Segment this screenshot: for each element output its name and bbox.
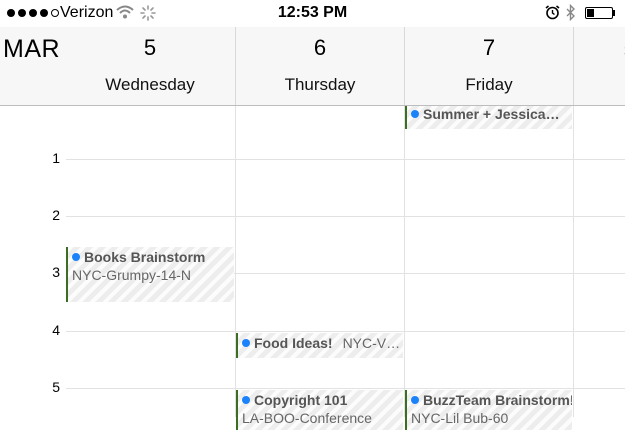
day-header-saturday[interactable]: S — [574, 27, 625, 105]
event-dot-icon — [242, 339, 250, 347]
event-title: BuzzTeam Brainstorm! — [423, 392, 572, 408]
grid-column-line — [235, 106, 236, 417]
battery-nub — [613, 10, 615, 16]
hour-line — [66, 159, 625, 160]
calendar-week-header: MAR 5 Wednesday 6 Thursday 7 Friday S — [0, 27, 625, 106]
day-header-thursday[interactable]: 6 Thursday — [236, 27, 404, 105]
event-location: NYC-Grumpy-14-N — [72, 267, 192, 283]
event-copyright-101[interactable]: Copyright 101 LA-BOO-Conference — [236, 390, 403, 430]
hour-label: 5 — [52, 379, 60, 395]
hour-line — [66, 388, 625, 389]
event-title: Summer + Jessica… — [423, 106, 560, 122]
grid-column-line — [404, 106, 405, 417]
event-title: Food Ideas! — [254, 335, 333, 351]
event-buzzteam-brainstorm[interactable]: BuzzTeam Brainstorm! NYC-Lil Bub-60 — [405, 390, 572, 430]
day-number: 5 — [143, 35, 157, 60]
event-location: NYC-Lil Bub-60 — [411, 410, 509, 426]
hour-label: 3 — [52, 264, 60, 280]
event-dot-icon — [411, 110, 419, 118]
event-title: Books Brainstorm — [84, 249, 206, 265]
calendar-grid[interactable]: 1 2 3 4 5 Summer + Jessica… Books Brains… — [0, 106, 625, 430]
status-time: 12:53 PM — [277, 4, 348, 21]
event-title: Copyright 101 — [254, 392, 348, 408]
alarm-clock-icon — [545, 5, 560, 25]
day-number: 7 — [482, 35, 496, 60]
event-summer-jessica[interactable]: Summer + Jessica… — [405, 106, 572, 129]
day-header-friday[interactable]: 7 Friday — [405, 27, 573, 105]
event-dot-icon — [411, 396, 419, 404]
day-header-wednesday[interactable]: 5 Wednesday — [66, 27, 234, 105]
hour-label: 4 — [52, 322, 60, 338]
day-number: 6 — [313, 35, 327, 60]
event-location: LA-BOO-Conference — [242, 410, 372, 426]
bluetooth-icon — [566, 3, 576, 26]
month-label: MAR — [3, 35, 61, 63]
status-bar: Verizon 12:53 PM — [0, 0, 625, 27]
hour-label: 1 — [52, 150, 60, 166]
hour-line — [66, 331, 625, 332]
grid-column-line — [573, 106, 574, 417]
battery-icon — [585, 7, 613, 19]
event-dot-icon — [242, 396, 250, 404]
day-name: Thursday — [284, 75, 356, 94]
event-food-ideas[interactable]: Food Ideas! NYC-V… — [236, 333, 403, 358]
day-name: Wednesday — [105, 75, 195, 94]
day-name: S — [574, 41, 625, 61]
event-dot-icon — [72, 253, 80, 261]
day-name: Friday — [465, 75, 513, 94]
hour-line — [66, 216, 625, 217]
event-location: NYC-V… — [342, 335, 401, 351]
event-books-brainstorm[interactable]: Books Brainstorm NYC-Grumpy-14-N — [66, 247, 234, 302]
hour-label: 2 — [52, 207, 60, 223]
